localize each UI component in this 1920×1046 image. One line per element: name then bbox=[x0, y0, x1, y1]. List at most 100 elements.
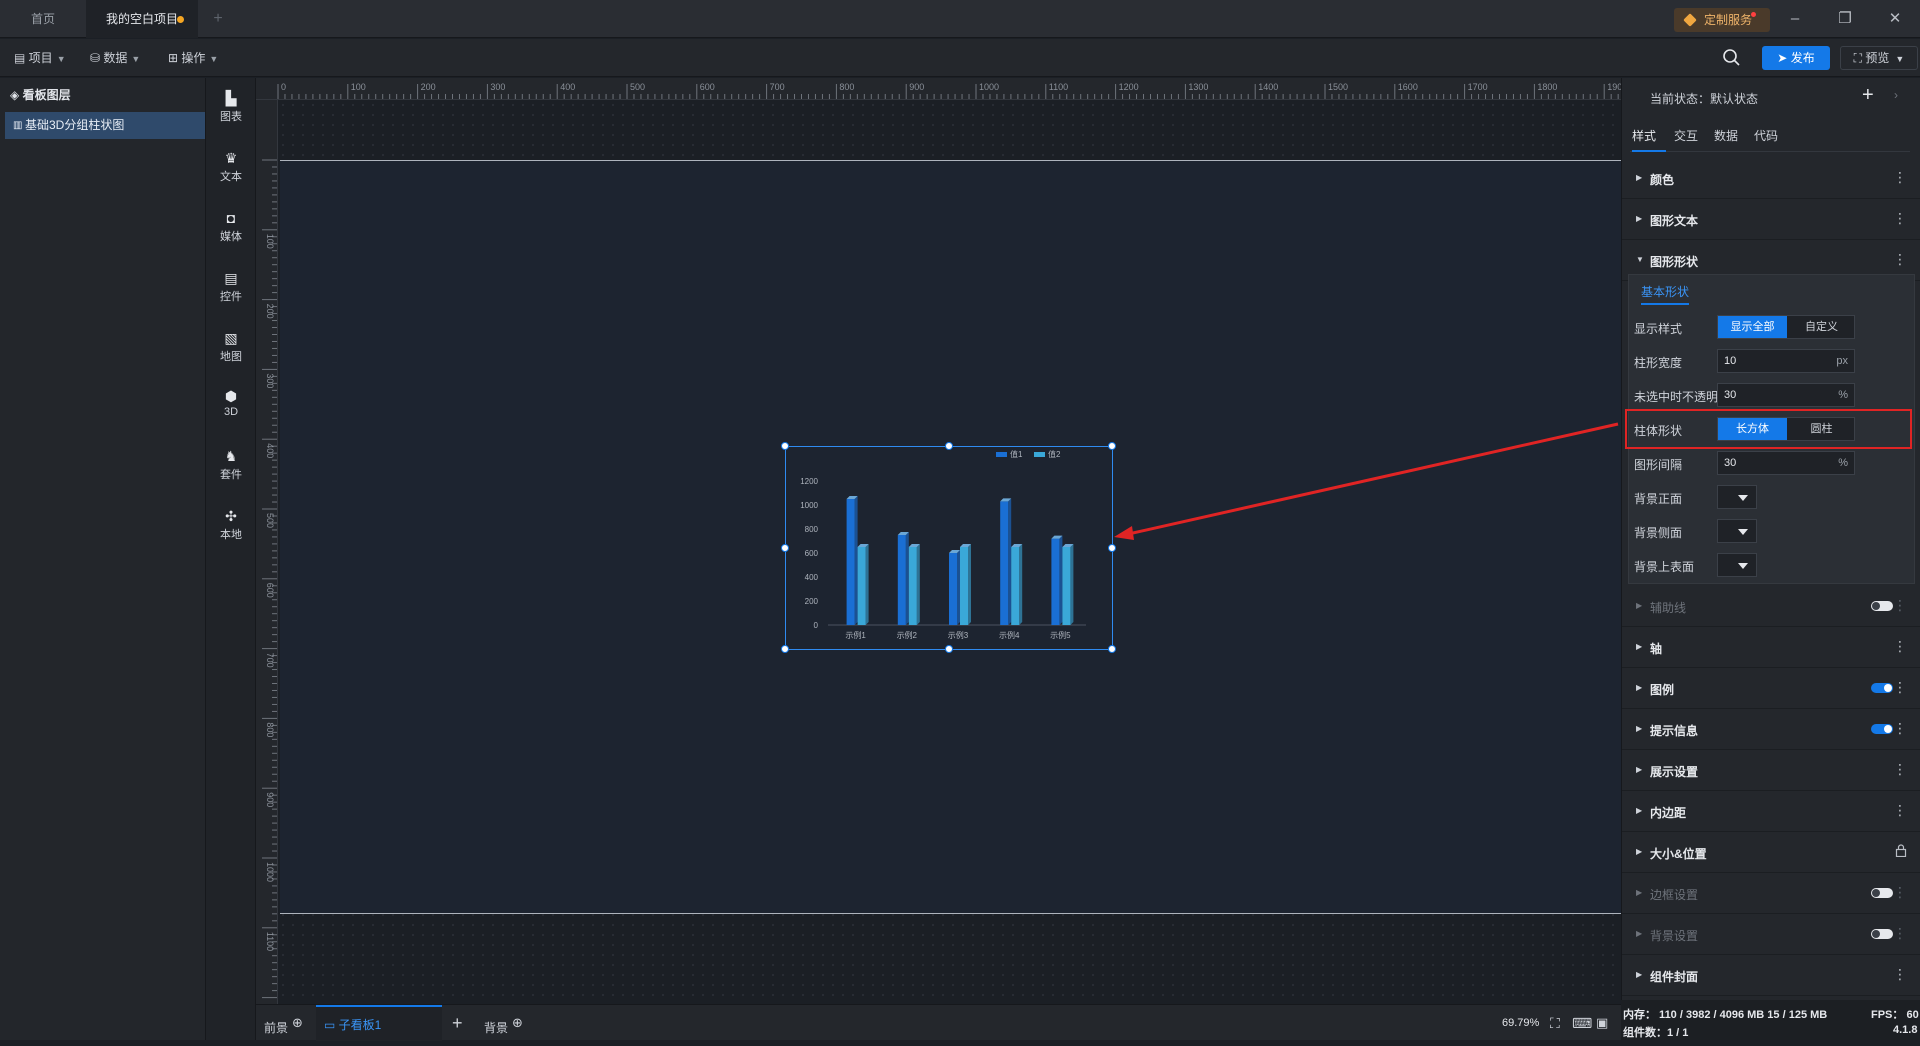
component-local[interactable]: ✣ 本地 bbox=[206, 508, 256, 542]
section-guide-line[interactable]: ▶ 辅助线 ⋮ bbox=[1622, 586, 1920, 627]
more-icon[interactable]: ⋮ bbox=[1893, 884, 1907, 901]
more-icon[interactable]: ⋮ bbox=[1893, 679, 1907, 696]
terminal-icon[interactable]: ▣ bbox=[1596, 1015, 1608, 1031]
ruler-label: 400 bbox=[560, 82, 575, 92]
legend-swatch bbox=[1034, 452, 1045, 457]
add-circle-icon[interactable]: ⊕ bbox=[512, 1015, 523, 1030]
tab-interaction[interactable]: 交互 bbox=[1674, 126, 1698, 152]
toggle-switch[interactable] bbox=[1871, 601, 1893, 611]
tab-basic-shape[interactable]: 基本形状 bbox=[1641, 283, 1690, 305]
bg-top-color-select[interactable] bbox=[1717, 553, 1757, 577]
component-control[interactable]: ▤ 控件 bbox=[206, 270, 256, 304]
section-legend[interactable]: ▶ 图例 ⋮ bbox=[1622, 668, 1920, 709]
tab-data[interactable]: 数据 bbox=[1714, 126, 1738, 152]
component-text[interactable]: ♛ 文本 bbox=[206, 150, 256, 184]
option-show-all[interactable]: 显示全部 bbox=[1718, 316, 1787, 338]
more-icon[interactable]: ⋮ bbox=[1893, 720, 1907, 737]
ruler-label: 1000 bbox=[265, 862, 275, 882]
minimize-icon[interactable]: – bbox=[1770, 0, 1820, 38]
gap-input[interactable]: 30% bbox=[1717, 451, 1855, 475]
add-board-icon[interactable]: + bbox=[452, 1005, 463, 1041]
layer-item[interactable]: ▥ 基础3D分组柱状图 bbox=[5, 112, 205, 139]
add-tab-icon[interactable]: + bbox=[208, 0, 228, 38]
tab-foreground[interactable]: 前景 ⊕ bbox=[264, 1005, 303, 1041]
y-tick-label: 1200 bbox=[800, 477, 818, 486]
more-icon[interactable]: ⋮ bbox=[1893, 761, 1907, 778]
display-style-toggle[interactable]: 显示全部 自定义 bbox=[1717, 315, 1855, 339]
caret-right-icon: ▶ bbox=[1636, 970, 1643, 979]
section-background-settings[interactable]: ▶ 背景设置 ⋮ bbox=[1622, 914, 1920, 955]
bar-side bbox=[1059, 535, 1063, 625]
component-map-label: 地图 bbox=[220, 351, 242, 363]
legend-label: 值1 bbox=[1010, 449, 1023, 459]
search-icon[interactable] bbox=[1722, 48, 1742, 68]
preview-button[interactable]: ⛶ 预览 ▼ bbox=[1840, 46, 1918, 70]
resize-handle[interactable] bbox=[781, 544, 789, 552]
component-media[interactable]: ◘ 媒体 bbox=[206, 210, 256, 244]
map-icon: ▧ bbox=[224, 330, 238, 346]
more-icon[interactable]: ⋮ bbox=[1893, 638, 1907, 655]
section-label: 展示设置 bbox=[1650, 765, 1699, 779]
ruler-label: 900 bbox=[909, 82, 924, 92]
section-tooltip[interactable]: ▶ 提示信息 ⋮ bbox=[1622, 709, 1920, 750]
restore-icon[interactable]: ❐ bbox=[1820, 0, 1870, 38]
cube-icon: ⬢ bbox=[224, 388, 238, 404]
custom-service-button[interactable]: 定制服务 bbox=[1674, 8, 1770, 32]
section-shape-text[interactable]: ▶ 图形文本 ⋮ bbox=[1622, 199, 1920, 240]
option-custom[interactable]: 自定义 bbox=[1787, 316, 1856, 338]
section-color[interactable]: ▶ 颜色 ⋮ bbox=[1622, 158, 1920, 199]
tab-style[interactable]: 样式 bbox=[1632, 126, 1666, 152]
fit-screen-icon[interactable]: ⛶ bbox=[1550, 1015, 1560, 1032]
resize-handle[interactable] bbox=[945, 442, 953, 450]
tab-code[interactable]: 代码 bbox=[1754, 126, 1778, 152]
section-border-settings[interactable]: ▶ 边框设置 ⋮ bbox=[1622, 873, 1920, 914]
more-icon[interactable]: ⋮ bbox=[1893, 597, 1907, 614]
lock-icon[interactable] bbox=[1895, 844, 1907, 858]
resize-handle[interactable] bbox=[781, 645, 789, 653]
bg-side-color-select[interactable] bbox=[1717, 519, 1757, 543]
toggle-switch[interactable] bbox=[1871, 929, 1893, 939]
opacity-input[interactable]: 30% bbox=[1717, 383, 1855, 407]
section-size-position[interactable]: ▶ 大小&位置 bbox=[1622, 832, 1920, 873]
resize-handle[interactable] bbox=[781, 442, 789, 450]
component-chart[interactable]: ▙ 图表 bbox=[206, 90, 256, 124]
tab-background[interactable]: 背景 ⊕ bbox=[484, 1005, 523, 1041]
menu-operate-label: 操作 bbox=[181, 51, 206, 65]
more-icon[interactable]: ⋮ bbox=[1893, 925, 1907, 942]
chart-component[interactable]: 0 200 400 600 800 1000 1200 示例1 示例2 示例3 示例4 示例5 值1 值2 bbox=[781, 442, 1116, 653]
menu-project[interactable]: ▤ 项目 ▼ bbox=[14, 39, 66, 77]
bar-width-input[interactable]: 10 px bbox=[1717, 349, 1855, 373]
chevron-right-icon[interactable]: › bbox=[1894, 88, 1898, 102]
bg-front-color-select[interactable] bbox=[1717, 485, 1757, 509]
keyboard-icon[interactable]: ⌨ bbox=[1572, 1015, 1592, 1032]
component-map[interactable]: ▧ 地图 bbox=[206, 330, 256, 364]
tab-home[interactable]: 首页 bbox=[0, 0, 86, 38]
toggle-switch[interactable] bbox=[1871, 724, 1893, 734]
resize-handle[interactable] bbox=[1108, 645, 1116, 653]
section-padding[interactable]: ▶ 内边距 ⋮ bbox=[1622, 791, 1920, 832]
add-state-icon[interactable]: + bbox=[1862, 84, 1874, 107]
tab-project[interactable]: 我的空白项目 bbox=[86, 0, 198, 38]
component-suite[interactable]: ♞ 套件 bbox=[206, 448, 256, 482]
more-icon[interactable]: ⋮ bbox=[1893, 169, 1907, 186]
bar-side bbox=[916, 544, 920, 625]
toggle-switch[interactable] bbox=[1871, 888, 1893, 898]
more-icon[interactable]: ⋮ bbox=[1893, 210, 1907, 227]
resize-handle[interactable] bbox=[945, 645, 953, 653]
more-icon[interactable]: ⋮ bbox=[1893, 966, 1907, 983]
more-icon[interactable]: ⋮ bbox=[1893, 802, 1907, 819]
section-display-settings[interactable]: ▶ 展示设置 ⋮ bbox=[1622, 750, 1920, 791]
send-icon: ➤ bbox=[1777, 51, 1791, 65]
section-axis[interactable]: ▶ 轴 ⋮ bbox=[1622, 627, 1920, 668]
tab-subboard[interactable]: ▭ 子看板1 bbox=[316, 1005, 442, 1041]
close-icon[interactable]: ✕ bbox=[1870, 0, 1920, 38]
menu-operate[interactable]: ⊞ 操作 ▼ bbox=[168, 39, 218, 77]
toggle-switch[interactable] bbox=[1871, 683, 1893, 693]
menu-data[interactable]: ⛁ 数据 ▼ bbox=[90, 39, 140, 77]
component-3d[interactable]: ⬢ 3D bbox=[206, 388, 256, 418]
more-icon[interactable]: ⋮ bbox=[1893, 251, 1907, 268]
bar-1-2 bbox=[897, 532, 909, 625]
section-component-cover[interactable]: ▶ 组件封面 ⋮ bbox=[1622, 955, 1920, 996]
publish-button[interactable]: ➤ 发布 bbox=[1762, 46, 1830, 70]
add-circle-icon[interactable]: ⊕ bbox=[292, 1015, 303, 1030]
